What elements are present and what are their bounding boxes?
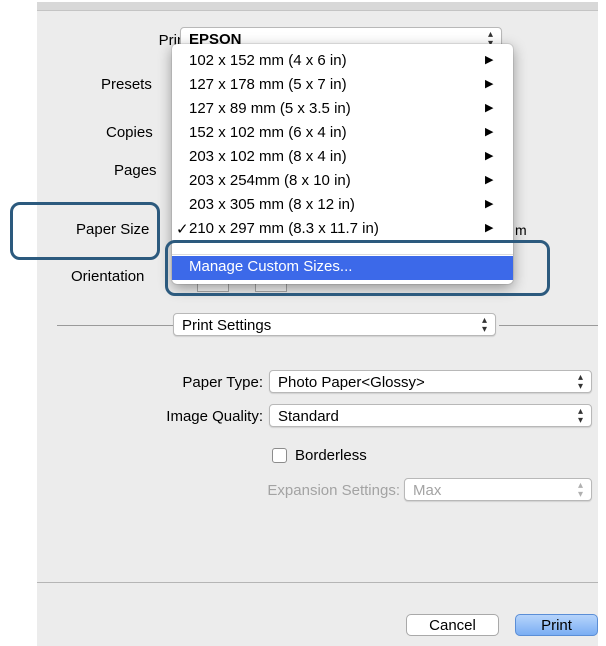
manage-custom-sizes-callout — [165, 240, 550, 296]
orientation-label: Orientation — [71, 268, 145, 285]
menu-item-label: 102 x 152 mm (4 x 6 in) — [189, 52, 347, 69]
menu-item-label: 127 x 178 mm (5 x 7 in) — [189, 76, 347, 93]
pages-label: Pages — [114, 162, 157, 179]
menu-item-203x102[interactable]: 203 x 102 mm (8 x 4 in) ▶ — [172, 146, 513, 170]
image-quality-popup[interactable]: Standard ▴ ▾ — [269, 404, 592, 427]
paper-size-callout — [10, 202, 160, 260]
section-divider-right — [499, 325, 598, 326]
print-settings-popup[interactable]: Print Settings ▴ ▾ — [173, 313, 496, 336]
submenu-arrow-icon: ▶ — [485, 102, 494, 114]
expansion-settings-popup[interactable]: Max ▴ ▾ — [404, 478, 592, 501]
submenu-arrow-icon: ▶ — [485, 174, 494, 186]
cancel-button[interactable]: Cancel — [406, 614, 499, 636]
menu-item-127x89[interactable]: 127 x 89 mm (5 x 3.5 in) ▶ — [172, 98, 513, 122]
image-quality-value: Standard — [278, 408, 339, 425]
copies-label: Copies — [106, 124, 153, 141]
window-title-bar — [37, 2, 598, 11]
print-settings-label: Print Settings — [182, 317, 272, 334]
updown-arrows-icon: ▴▾ — [577, 372, 583, 392]
submenu-arrow-icon: ▶ — [485, 222, 494, 234]
presets-label: Presets — [101, 76, 152, 93]
expansion-settings-value: Max — [413, 482, 442, 499]
menu-item-label: 210 x 297 mm (8.3 x 11.7 in) — [189, 220, 379, 237]
menu-item-152x102[interactable]: 152 x 102 mm (6 x 4 in) ▶ — [172, 122, 513, 146]
menu-item-203x305[interactable]: 203 x 305 mm (8 x 12 in) ▶ — [172, 194, 513, 218]
submenu-arrow-icon: ▶ — [485, 78, 494, 90]
checkmark-icon: ✓ — [176, 221, 189, 238]
paper-size-suffix: m — [515, 222, 527, 238]
menu-item-210x297[interactable]: ✓ 210 x 297 mm (8.3 x 11.7 in) ▶ — [172, 218, 513, 242]
submenu-arrow-icon: ▶ — [485, 150, 494, 162]
menu-item-127x178[interactable]: 127 x 178 mm (5 x 7 in) ▶ — [172, 74, 513, 98]
submenu-arrow-icon: ▶ — [485, 126, 494, 138]
paper-type-label: Paper Type: — [182, 374, 263, 391]
menu-item-label: 203 x 254mm (8 x 10 in) — [189, 172, 351, 189]
menu-item-label: 127 x 89 mm (5 x 3.5 in) — [189, 100, 351, 117]
menu-item-203x254[interactable]: 203 x 254mm (8 x 10 in) ▶ — [172, 170, 513, 194]
image-quality-label: Image Quality: — [166, 408, 263, 425]
paper-type-popup[interactable]: Photo Paper<Glossy> ▴ ▾ — [269, 370, 592, 393]
menu-item-102x152[interactable]: 102 x 152 mm (4 x 6 in) ▶ — [172, 50, 513, 74]
submenu-arrow-icon: ▶ — [485, 54, 494, 66]
updown-arrows-icon: ▴▾ — [481, 315, 487, 335]
section-divider-left — [57, 325, 173, 326]
expansion-settings-label: Expansion Settings: — [267, 482, 400, 499]
submenu-arrow-icon: ▶ — [485, 198, 494, 210]
borderless-label: Borderless — [295, 447, 367, 464]
print-button[interactable]: Print — [515, 614, 598, 636]
menu-item-label: 203 x 305 mm (8 x 12 in) — [189, 196, 355, 213]
menu-item-label: 152 x 102 mm (6 x 4 in) — [189, 124, 347, 141]
bottom-divider — [37, 582, 598, 583]
menu-item-label: 203 x 102 mm (8 x 4 in) — [189, 148, 347, 165]
updown-arrows-icon: ▴▾ — [577, 480, 583, 500]
paper-type-value: Photo Paper<Glossy> — [278, 374, 425, 391]
updown-arrows-icon: ▴▾ — [577, 406, 583, 426]
borderless-checkbox[interactable] — [272, 448, 287, 463]
